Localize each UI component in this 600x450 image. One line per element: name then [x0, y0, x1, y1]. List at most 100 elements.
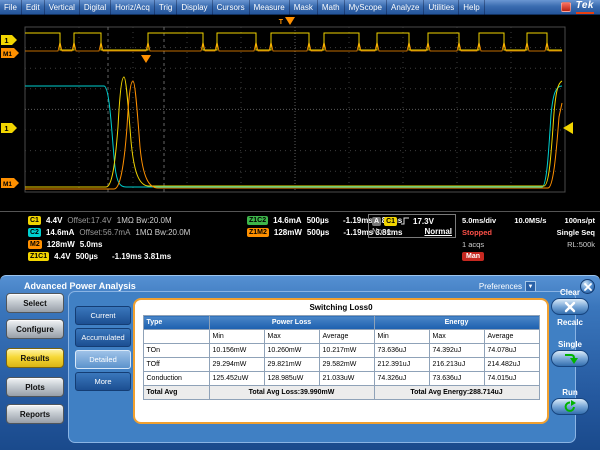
col-min-power: Min — [209, 330, 264, 344]
menu-trig[interactable]: Trig — [155, 0, 177, 15]
table-row: TOn 10.156mW 10.260mW 10.217mW 73.636uJ … — [143, 344, 539, 358]
run-button[interactable] — [551, 398, 589, 415]
menu-cursors[interactable]: Cursors — [213, 0, 250, 15]
cell: 74.015uJ — [484, 372, 539, 386]
nav-reports-button[interactable]: Reports — [6, 404, 64, 424]
svg-text:T: T — [279, 19, 284, 26]
nav-plots-button[interactable]: Plots — [6, 377, 64, 397]
menu-analyze[interactable]: Analyze — [387, 0, 424, 15]
svg-text:1: 1 — [4, 124, 8, 133]
preferences-button[interactable]: Preferences — [479, 282, 522, 291]
ch1-impedance: 1MΩ Bw:20.0M — [117, 216, 172, 225]
ch1-position-marker-top[interactable]: 1 — [1, 35, 17, 45]
cell: 10.217mW — [319, 344, 374, 358]
cell: 29.821mW — [264, 358, 319, 372]
zoom1-ch2-badge[interactable]: Z1C2 — [247, 216, 268, 225]
m1-position-marker-top[interactable]: M1 — [1, 48, 19, 58]
menu-horiz-acq[interactable]: Horiz/Acq — [111, 0, 155, 15]
menu-digital[interactable]: Digital — [80, 0, 111, 15]
cell: 125.452uW — [209, 372, 264, 386]
trigger-level-readout: 17.3V — [413, 217, 434, 226]
tab-current[interactable]: Current — [75, 306, 131, 325]
col-avg-power: Average — [319, 330, 374, 344]
app-icon[interactable] — [561, 2, 571, 12]
acq-count-row: 1 acqs RL:500k — [462, 239, 595, 249]
svg-text:M1: M1 — [3, 181, 12, 188]
waveform-z1m2-power — [25, 81, 562, 189]
cell: 10.260mW — [264, 344, 319, 358]
trigger-readout[interactable]: A C1 17.3V None Normal — [368, 214, 456, 238]
menu-help[interactable]: Help — [459, 0, 484, 15]
nav-configure-button[interactable]: Configure — [6, 319, 64, 339]
col-power-loss: Power Loss — [209, 316, 374, 330]
acq-count: 1 acqs — [462, 240, 484, 249]
zoom1-math2-badge[interactable]: Z1M2 — [247, 228, 269, 237]
menu-edit[interactable]: Edit — [22, 0, 45, 15]
math2-scale: 128mW — [47, 240, 75, 249]
ch1-badge[interactable]: C1 — [28, 216, 41, 225]
rising-edge-icon — [400, 216, 410, 226]
menu-measure[interactable]: Measure — [250, 0, 290, 15]
ch2-impedance: 1MΩ Bw:20.0M — [135, 228, 190, 237]
col-blank — [143, 330, 209, 344]
math2-readout[interactable]: M2 128mW 5.0ms — [28, 239, 190, 249]
waveform-z1c1-voltage — [25, 77, 562, 187]
zoom1-ch1-badge[interactable]: Z1C1 — [28, 252, 49, 261]
col-max-power: Max — [264, 330, 319, 344]
ch2-offset: Offset:56.7mA — [79, 228, 130, 237]
acq-state: Stopped — [462, 228, 492, 237]
clear-x-icon — [564, 301, 576, 313]
menu-display[interactable]: Display — [177, 0, 212, 15]
run-label: Run — [544, 388, 596, 397]
nav-results-button[interactable]: Results — [6, 348, 64, 368]
zoom1-ch1-scale: 4.4V — [54, 252, 70, 261]
acq-manual-row: Man — [462, 251, 595, 261]
sample-rate: 10.0MS/s — [514, 216, 546, 225]
recalc-label: Recalc — [544, 318, 596, 327]
zoom1-ch1-readout[interactable]: Z1C1 4.4V 500µs -1.19ms 3.81ms — [28, 251, 190, 261]
cell: 74.392uJ — [429, 344, 484, 358]
ch2-readout[interactable]: C2 14.6mA Offset:56.7mA 1MΩ Bw:20.0M — [28, 227, 190, 237]
horizontal-scale: 5.0ms/div — [462, 216, 496, 225]
power-analysis-panel: Advanced Power Analysis Preferences ▼ Se… — [0, 275, 600, 450]
total-label: Total Avg — [143, 386, 209, 400]
horizontal-readout[interactable]: 5.0ms/div 10.0MS/s 100ns/pt — [462, 215, 595, 225]
menu-mask[interactable]: Mask — [290, 0, 318, 15]
nav-select-button[interactable]: Select — [6, 293, 64, 313]
menu-math[interactable]: Math — [318, 0, 345, 15]
ch1-position-marker-mid[interactable]: 1 — [1, 123, 17, 133]
cell: 29.582mW — [319, 358, 374, 372]
tab-detailed[interactable]: Detailed — [75, 350, 131, 369]
m1-reference-marker[interactable] — [141, 55, 151, 63]
col-type: Type — [143, 316, 209, 330]
tab-more[interactable]: More — [75, 372, 131, 391]
cell: 214.482uJ — [484, 358, 539, 372]
tab-accumulated[interactable]: Accumulated — [75, 328, 131, 347]
ch2-scale: 14.6mA — [46, 228, 74, 237]
cell: 216.213uJ — [429, 358, 484, 372]
single-button[interactable] — [551, 350, 589, 367]
table-row: Conduction 125.452uW 128.985uW 21.033uW … — [143, 372, 539, 386]
cell: 21.033uW — [319, 372, 374, 386]
zoom1-math2-scale: 128mW — [274, 228, 302, 237]
menu-myscope[interactable]: MyScope — [345, 0, 387, 15]
waveform-area: T 1 M1 1 M1 — [0, 15, 600, 211]
ch1-readout[interactable]: C1 4.4V Offset:17.4V 1MΩ Bw:20.0M — [28, 215, 190, 225]
math2-badge[interactable]: M2 — [28, 240, 42, 249]
readout-bar: C1 4.4V Offset:17.4V 1MΩ Bw:20.0M C2 14.… — [0, 211, 600, 275]
m1-position-marker-bottom[interactable]: M1 — [1, 178, 19, 188]
trigger-mode[interactable]: Normal — [424, 227, 452, 236]
record-length: RL:500k — [567, 240, 595, 249]
cell: 73.636uJ — [374, 344, 429, 358]
clear-label: Clear — [544, 288, 596, 297]
trigger-holdoff[interactable]: None — [372, 227, 391, 236]
menu-file[interactable]: File — [0, 0, 22, 15]
clear-button[interactable] — [551, 298, 589, 315]
panel-title: Advanced Power Analysis — [24, 281, 136, 291]
manual-badge[interactable]: Man — [462, 252, 484, 261]
ch2-badge[interactable]: C2 — [28, 228, 41, 237]
zoom1-math2-timebase: 500µs — [307, 228, 329, 237]
menu-vertical[interactable]: Vertical — [45, 0, 80, 15]
menu-utilities[interactable]: Utilities — [424, 0, 459, 15]
trigger-position-marker[interactable]: T — [279, 17, 295, 26]
